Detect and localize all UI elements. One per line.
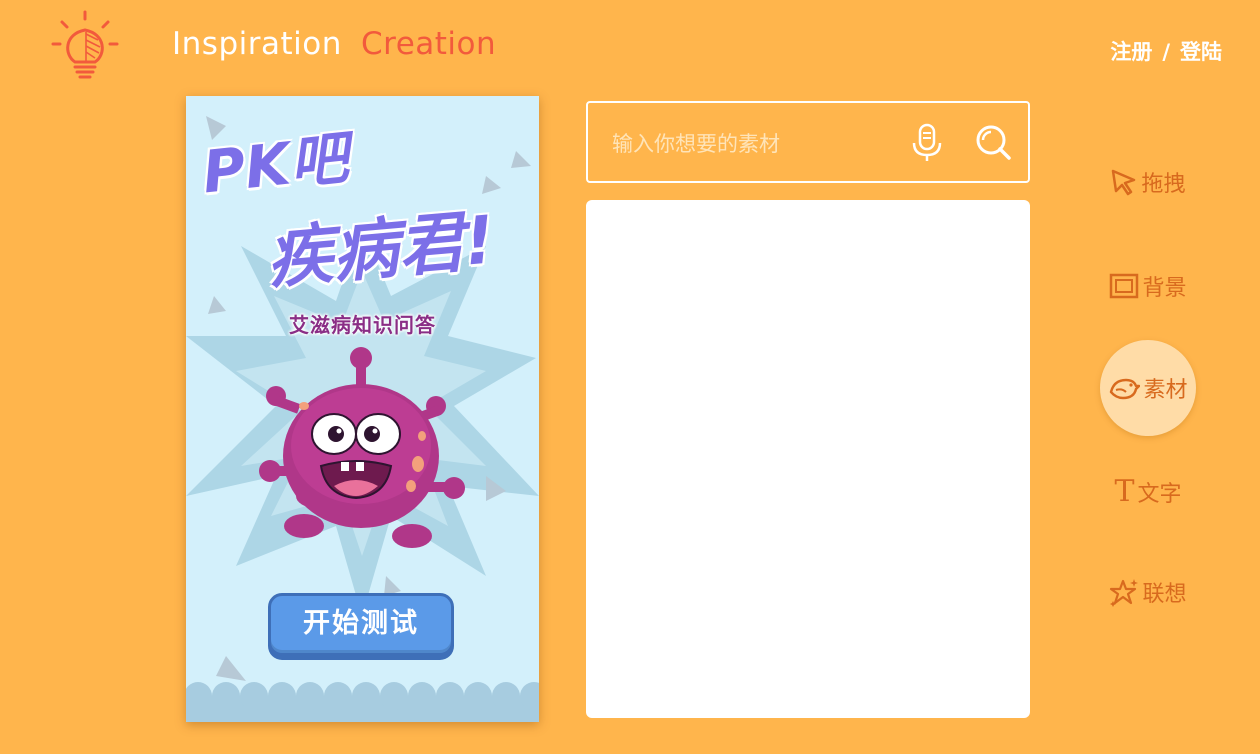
- tool-associate-label: 联想: [1142, 582, 1187, 607]
- sparkle-icon: [1110, 579, 1139, 607]
- tool-material[interactable]: 素材: [1100, 340, 1196, 436]
- nav-creation[interactable]: Creation: [361, 26, 496, 62]
- tool-background[interactable]: 背景: [1100, 238, 1196, 334]
- microphone-icon[interactable]: [910, 123, 944, 163]
- search-icon[interactable]: [974, 123, 1014, 163]
- material-search-box: [586, 101, 1030, 183]
- text-icon: T: [1114, 474, 1135, 509]
- tool-drag-label: 拖拽: [1141, 172, 1186, 197]
- tool-associate[interactable]: 联想: [1100, 544, 1196, 640]
- register-link[interactable]: 注册: [1110, 40, 1152, 64]
- material-search-input[interactable]: [610, 127, 894, 161]
- frame-icon: [1110, 273, 1139, 299]
- auth-links: 注册 / 登陆: [1110, 36, 1222, 66]
- poster-preview[interactable]: PK吧 疾病君! 艾滋病知识问答 开始测试: [186, 96, 539, 722]
- tool-text-label: 文字: [1137, 482, 1182, 507]
- login-link[interactable]: 登陆: [1180, 40, 1222, 64]
- poster-title-line2: 疾病君!: [263, 201, 498, 298]
- tool-background-label: 背景: [1142, 276, 1187, 301]
- cursor-icon: [1112, 169, 1136, 196]
- nav-inspiration[interactable]: Inspiration: [172, 26, 342, 62]
- poster-subtitle: 艾滋病知识问答: [289, 313, 436, 337]
- bird-icon: [1110, 378, 1141, 400]
- tool-material-label: 素材: [1143, 378, 1188, 403]
- tool-text[interactable]: T 文字: [1100, 444, 1196, 540]
- auth-separator: /: [1162, 40, 1170, 64]
- poster-title-line1: PK吧: [199, 123, 352, 207]
- start-test-button[interactable]: 开始测试: [268, 593, 454, 656]
- tool-drag[interactable]: 拖拽: [1100, 134, 1196, 230]
- material-results-panel[interactable]: [586, 200, 1030, 718]
- lightbulb-logo-icon[interactable]: [50, 10, 120, 82]
